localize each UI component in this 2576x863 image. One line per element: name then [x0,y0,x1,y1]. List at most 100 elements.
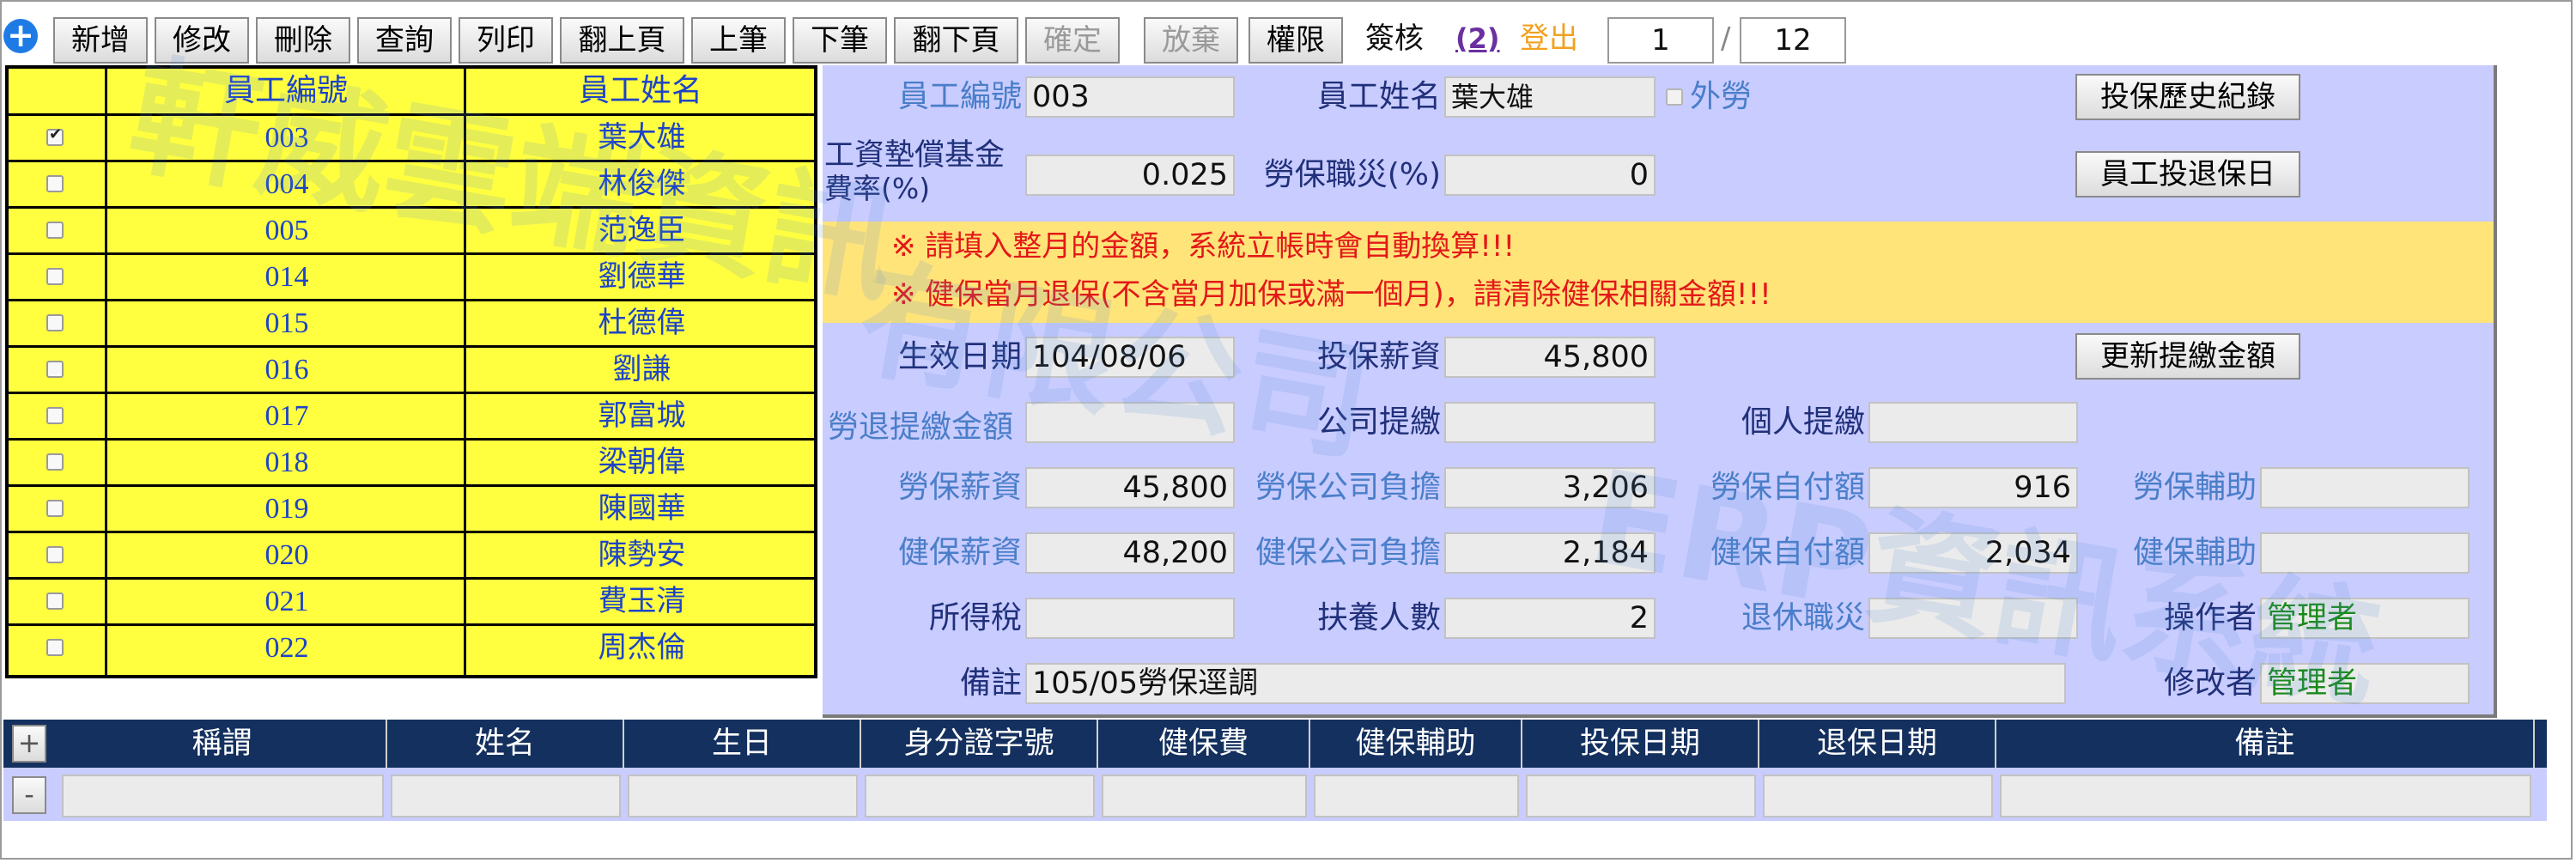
edit-button[interactable]: 修改 [155,17,249,64]
grid-input-cell[interactable] [865,775,1095,817]
company-contribution-field[interactable] [1444,402,1656,443]
employee-row[interactable]: 018 梁朝偉 [9,438,814,484]
remark-field[interactable]: 105/05勞保逕調 [1025,663,2066,704]
enroll-withdraw-date-button[interactable]: 員工投退保日 [2075,151,2300,198]
grid-input-cell[interactable] [391,775,621,817]
grid-input-cell[interactable] [1102,775,1307,817]
row-select-checkbox[interactable] [46,175,64,192]
header-employee-name[interactable]: 員工姓名 [467,69,814,113]
grid-column-header[interactable]: 退保日期 [1759,720,1996,768]
next-record-button[interactable]: 下筆 [793,17,887,64]
page-down-button[interactable]: 翻下頁 [894,17,1018,64]
dependents-field[interactable]: 2 [1444,598,1656,639]
row-select-checkbox[interactable] [46,222,64,239]
query-button[interactable]: 查詢 [357,17,452,64]
add-button[interactable]: 新增 [53,17,148,64]
employee-id-cell: 019 [264,493,309,525]
print-button[interactable]: 列印 [459,17,553,64]
health-company-share-field[interactable]: 2,184 [1444,532,1656,574]
grid-column-header[interactable]: 生日 [624,720,861,768]
employee-row[interactable]: 022 周杰倫 [9,623,814,670]
confirm-button[interactable]: 確定 [1025,17,1120,64]
page-separator: / [1721,21,1731,56]
sign-off-count-link[interactable]: (2) [1455,17,1500,64]
grid-input-cell[interactable] [1314,775,1519,817]
foreign-worker-checkbox[interactable] [1666,88,1683,106]
grid-column-header[interactable]: 健保費 [1098,720,1310,768]
grid-input-cell[interactable] [628,775,858,817]
row-select-checkbox[interactable] [46,500,64,517]
grid-column-header[interactable]: 投保日期 [1522,720,1759,768]
employee-id-cell: 014 [264,261,309,293]
grid-input-cell[interactable] [62,775,384,817]
grid-column-header[interactable]: 姓名 [387,720,624,768]
insurance-history-button[interactable]: 投保歷史紀錄 [2075,74,2300,120]
grid-input-cell[interactable] [2000,775,2531,817]
occupational-injury-label: 勞保職災(%) [1263,157,1441,192]
row-select-checkbox[interactable] [46,639,64,656]
labor-subsidy-field[interactable] [2260,467,2470,508]
current-page-input[interactable]: 1 [1607,17,1714,64]
prev-record-button[interactable]: 上筆 [691,17,786,64]
employee-row[interactable]: 014 劉德華 [9,252,814,299]
employee-row[interactable]: 015 杜德偉 [9,299,814,345]
grid-column-header[interactable]: 備註 [1996,720,2535,768]
row-select-checkbox[interactable] [46,453,64,471]
employee-id-field[interactable]: 003 [1025,76,1235,118]
insured-salary-field[interactable]: 45,800 [1444,337,1656,378]
remove-row-button[interactable]: - [12,776,46,814]
header-employee-id[interactable]: 員工編號 [108,69,464,113]
pension-contribution-field[interactable] [1025,402,1235,443]
employee-name-cell: 葉大雄 [598,122,686,154]
row-select-checkbox[interactable] [46,125,64,146]
employee-id-cell: 018 [264,447,309,478]
income-tax-field[interactable] [1025,598,1235,639]
health-salary-field[interactable]: 48,200 [1025,532,1235,574]
dependents-grid: + 稱謂 姓名 生日 身分證字號 健保費 健保輔助 投保日期 退保日期 備註 - [3,720,2547,831]
grid-input-cell[interactable] [1763,775,1993,817]
grid-column-header[interactable]: 健保輔助 [1310,720,1522,768]
labor-salary-field[interactable]: 45,800 [1025,467,1235,508]
employee-row[interactable]: 020 陳勢安 [9,531,814,577]
delete-button[interactable]: 刪除 [256,17,350,64]
logout-link[interactable]: 登出 [1520,17,1578,64]
grid-column-header[interactable]: 身分證字號 [861,720,1098,768]
retirement-injury-field[interactable] [1868,598,2078,639]
labor-company-share-field[interactable]: 3,206 [1444,467,1656,508]
personal-contribution-field[interactable] [1868,402,2078,443]
row-select-checkbox[interactable] [46,268,64,285]
employee-row[interactable]: 021 費玉清 [9,577,814,623]
update-contribution-button[interactable]: 更新提繳金額 [2075,333,2300,380]
grid-input-cell[interactable] [1526,775,1756,817]
grid-column-header[interactable]: 稱謂 [58,720,387,768]
employee-row[interactable]: 005 范逸臣 [9,206,814,252]
row-select-checkbox[interactable] [46,546,64,563]
sign-off-label: 簽核 [1365,21,1424,56]
row-select-checkbox[interactable] [46,407,64,424]
permission-button[interactable]: 權限 [1249,17,1343,64]
row-select-checkbox[interactable] [46,593,64,610]
row-select-checkbox[interactable] [46,361,64,378]
employee-row[interactable]: 016 劉謙 [9,345,814,392]
employee-name-cell: 范逸臣 [598,215,686,246]
add-circle-icon[interactable]: + [3,19,38,53]
employee-row[interactable]: 019 陳國華 [9,484,814,531]
page-up-button[interactable]: 翻上頁 [560,17,684,64]
labor-self-pay-field[interactable]: 916 [1868,467,2078,508]
effective-date-field[interactable]: 104/08/06 [1025,337,1235,378]
add-row-button[interactable]: + [12,725,46,763]
occupational-injury-field[interactable]: 0 [1444,155,1656,196]
health-subsidy-field[interactable] [2260,532,2470,574]
wage-fund-rate-field[interactable]: 0.025 [1025,155,1235,196]
employee-row[interactable]: 004 林俊傑 [9,160,814,206]
wage-fund-label: 工資墊償基金 [824,138,1005,173]
health-self-pay-field[interactable]: 2,034 [1868,532,2078,574]
company-contribution-label: 公司提繳 [1316,404,1441,440]
remark-label: 備註 [959,665,1022,701]
employee-row[interactable]: 017 郭富城 [9,392,814,438]
row-select-checkbox[interactable] [46,314,64,331]
total-pages-field: 12 [1740,17,1846,64]
employee-row[interactable]: 003 葉大雄 [9,113,814,160]
employee-name-field[interactable]: 葉大雄 [1444,76,1656,118]
discard-button[interactable]: 放棄 [1144,17,1238,64]
